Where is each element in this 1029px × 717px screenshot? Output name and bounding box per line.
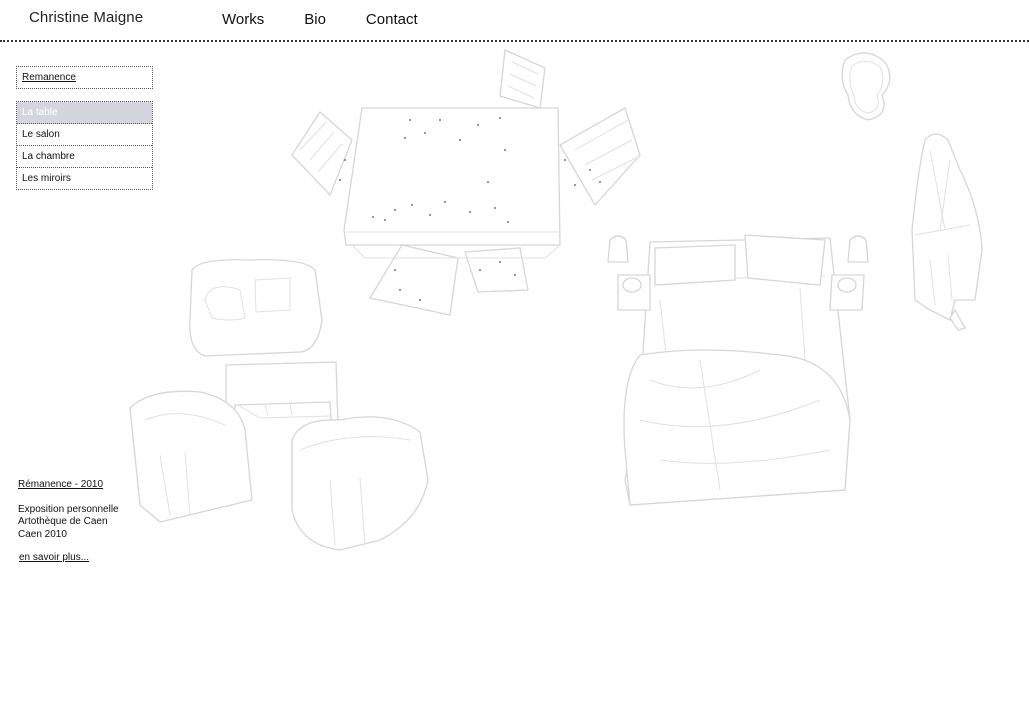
mirror-area[interactable] xyxy=(841,52,891,121)
dining-table-area[interactable] xyxy=(291,49,641,316)
room-illustration xyxy=(129,49,983,551)
bedroom-area[interactable] xyxy=(607,234,869,506)
robe-on-stand[interactable] xyxy=(911,133,983,331)
living-room-area[interactable] xyxy=(129,259,429,551)
